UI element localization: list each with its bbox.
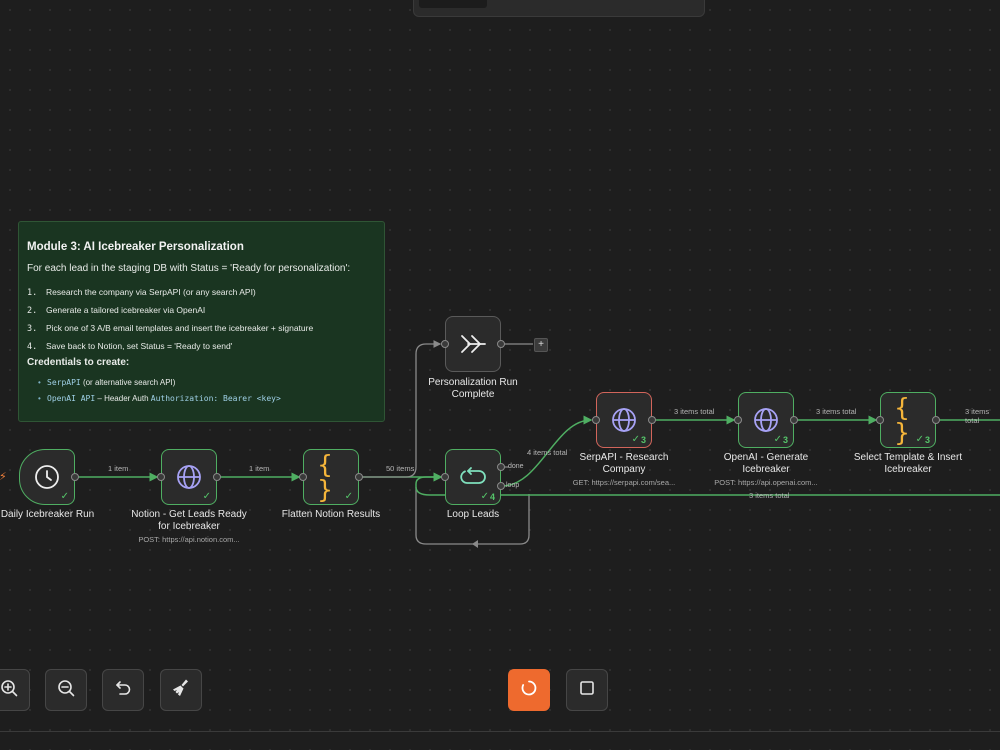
- clock-icon: [34, 464, 60, 490]
- success-check-icon: ✓: [60, 491, 69, 502]
- sticky-steps: 1. Research the company via SerpAPI (or a…: [27, 283, 376, 355]
- edge-label: 4 items total: [527, 448, 568, 457]
- credentials-list: • SerpAPI (or alternative search API) • Op…: [27, 375, 376, 407]
- globe-icon: [611, 407, 637, 433]
- edge-label: 1 item: [249, 464, 270, 473]
- sticky-note[interactable]: Module 3: AI Icebreaker Personalization …: [18, 221, 385, 422]
- stop-icon: [579, 680, 595, 701]
- input-port[interactable]: [876, 416, 884, 424]
- node-label: Daily Icebreaker Run: [0, 509, 95, 520]
- loop-icon: [459, 466, 487, 488]
- edge-label: 3 items total: [965, 407, 990, 425]
- undo-icon: [114, 679, 132, 702]
- output-port[interactable]: [213, 473, 221, 481]
- input-port[interactable]: [157, 473, 165, 481]
- zoom-out-icon: [57, 679, 75, 702]
- success-check-icon: ✓ 4: [480, 491, 495, 502]
- globe-icon: [753, 407, 779, 433]
- execute-workflow-button[interactable]: [508, 669, 550, 711]
- output-port[interactable]: [71, 473, 79, 481]
- edge-label: 3 items total: [749, 491, 790, 500]
- stop-button[interactable]: [566, 669, 608, 711]
- output-port-loop[interactable]: [497, 482, 505, 490]
- node-subtitle: POST: https://api.openai.com...: [714, 478, 818, 487]
- output-port[interactable]: [497, 340, 505, 348]
- node-subtitle: GET: https://serpapi.com/sea...: [572, 478, 676, 487]
- undo-button[interactable]: [102, 669, 144, 711]
- tidy-up-button[interactable]: [160, 669, 202, 711]
- sticky-step: 1. Research the company via SerpAPI (or a…: [27, 287, 256, 298]
- bottom-divider: [0, 731, 1000, 732]
- add-node-button[interactable]: +: [534, 338, 548, 352]
- success-check-icon: ✓ 3: [773, 434, 788, 445]
- credentials-heading: Credentials to create:: [27, 357, 130, 368]
- sticky-intro: For each lead in the staging DB with Sta…: [27, 263, 351, 274]
- braces-icon: { }: [317, 450, 335, 504]
- trigger-bolt-icon: ⚡: [0, 471, 7, 483]
- refresh-icon: [520, 679, 538, 702]
- node-label: Select Template & Insert Icebreaker: [853, 452, 963, 475]
- broom-icon: [171, 678, 191, 703]
- zoom-in-button[interactable]: [0, 669, 30, 711]
- globe-icon: [176, 464, 202, 490]
- edge-label: 3 items total: [674, 407, 715, 416]
- node-loop-leads[interactable]: ✓ 4: [445, 449, 501, 505]
- port-label-done: done: [508, 463, 524, 470]
- credential-item: • SerpAPI (or alternative search API): [38, 378, 176, 387]
- node-label: Personalization Run Complete: [428, 377, 518, 400]
- node-label: Notion - Get Leads Ready for Icebreaker: [131, 509, 247, 532]
- node-select-template-insert-icebreaker[interactable]: { } ✓ 3: [880, 392, 936, 448]
- workflow-canvas[interactable]: Module 3: AI Icebreaker Personalization …: [0, 0, 1000, 750]
- output-port[interactable]: [932, 416, 940, 424]
- input-port[interactable]: [299, 473, 307, 481]
- output-port[interactable]: [648, 416, 656, 424]
- double-chevron-icon: [459, 333, 487, 355]
- port-label-loop: loop: [506, 482, 520, 489]
- node-label: Flatten Notion Results: [281, 509, 381, 520]
- loop-return-arrow: [472, 540, 478, 548]
- zoom-out-button[interactable]: [45, 669, 87, 711]
- sticky-step: 4. Save back to Notion, set Status = 'Rea…: [27, 341, 233, 352]
- input-port[interactable]: [441, 340, 449, 348]
- edge-label: 50 items: [386, 464, 415, 473]
- success-check-icon: ✓ 3: [631, 434, 646, 445]
- node-notion-get-leads[interactable]: ✓: [161, 449, 217, 505]
- node-subtitle: POST: https://api.notion.com...: [138, 535, 240, 544]
- node-daily-icebreaker-run[interactable]: ✓: [19, 449, 75, 505]
- node-openai-generate-icebreaker[interactable]: ✓ 3: [738, 392, 794, 448]
- output-port-done[interactable]: [497, 463, 505, 471]
- input-port[interactable]: [734, 416, 742, 424]
- edge-label: 1 item: [108, 464, 129, 473]
- success-check-icon: ✓: [202, 491, 211, 502]
- output-port[interactable]: [790, 416, 798, 424]
- success-check-icon: ✓: [344, 491, 353, 502]
- node-serpapi-research-company[interactable]: ✓ 3: [596, 392, 652, 448]
- node-personalization-run-complete[interactable]: [445, 316, 501, 372]
- sticky-step: 2. Generate a tailored icebreaker via Ope…: [27, 305, 206, 316]
- node-flatten-notion-results[interactable]: { } ✓: [303, 449, 359, 505]
- credential-item: • OpenAI API – Header Auth Authorization:…: [38, 394, 281, 403]
- edge-label: 3 items total: [816, 407, 857, 416]
- input-port[interactable]: [441, 473, 449, 481]
- input-port[interactable]: [592, 416, 600, 424]
- sticky-step: 3. Pick one of 3 A/B email templates and …: [27, 323, 314, 334]
- zoom-in-icon: [0, 679, 18, 702]
- node-label: OpenAI - Generate Icebreaker: [723, 452, 809, 475]
- sticky-title: Module 3: AI Icebreaker Personalization: [27, 241, 244, 253]
- node-label: SerpAPI - Research Company: [579, 452, 669, 475]
- success-check-icon: ✓ 3: [915, 434, 930, 445]
- output-port[interactable]: [355, 473, 363, 481]
- node-label: Loop Leads: [446, 509, 500, 520]
